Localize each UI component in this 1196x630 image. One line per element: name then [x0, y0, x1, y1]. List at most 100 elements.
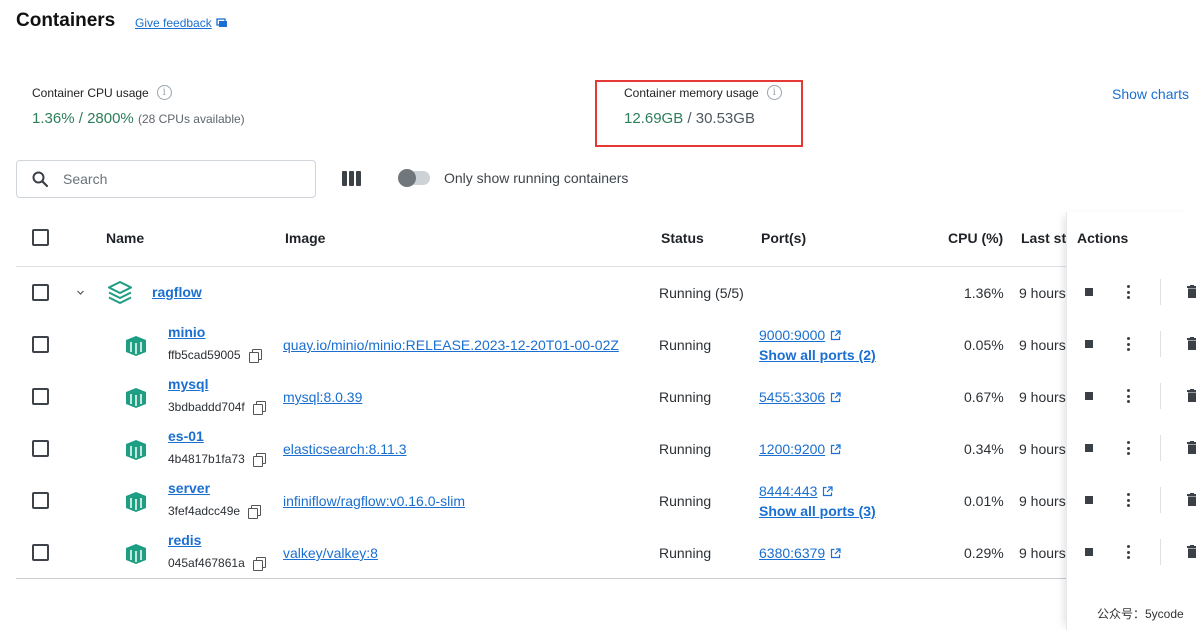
container-icon: [126, 544, 146, 564]
row-checkbox[interactable]: [32, 284, 49, 301]
container-name-link[interactable]: minio: [168, 324, 205, 340]
running-only-toggle[interactable]: [398, 169, 430, 187]
memory-separator: /: [683, 110, 696, 127]
divider: [1160, 383, 1161, 409]
chevron-down-icon[interactable]: [76, 288, 85, 297]
container-name-link[interactable]: es-01: [168, 428, 204, 444]
info-icon[interactable]: i: [766, 85, 782, 100]
port-link[interactable]: 9000:9000: [759, 327, 825, 343]
delete-icon[interactable]: [1187, 545, 1196, 558]
more-options-icon[interactable]: [1126, 337, 1130, 351]
watermark: 公众号：5ycode: [1097, 607, 1184, 621]
table-row[interactable]: mysql 3bdbaddd704f mysql:8.0.39 Running …: [16, 371, 1196, 423]
copy-icon[interactable]: [248, 505, 262, 519]
cpu-note: (28 CPUs available): [137, 112, 245, 126]
stop-icon[interactable]: [1085, 392, 1093, 400]
search-input[interactable]: [63, 171, 283, 187]
container-id-text: 4b4817b1fa73: [168, 452, 245, 466]
image-link[interactable]: mysql:8.0.39: [283, 389, 362, 405]
row-checkbox[interactable]: [32, 492, 49, 509]
row-checkbox[interactable]: [32, 544, 49, 561]
container-id: 3bdbaddd704f: [168, 400, 266, 415]
external-link-icon[interactable]: [822, 486, 834, 497]
image-link[interactable]: elasticsearch:8.11.3: [283, 441, 406, 457]
copy-icon[interactable]: [252, 453, 266, 467]
show-all-ports-link[interactable]: Show all ports (2): [759, 347, 876, 363]
header-name[interactable]: Name: [106, 230, 144, 246]
columns-icon[interactable]: [342, 171, 361, 186]
page-title: Containers: [16, 10, 116, 31]
external-link-icon[interactable]: [830, 548, 841, 559]
group-name-link[interactable]: ragflow: [152, 284, 202, 300]
stop-icon[interactable]: [1085, 288, 1093, 296]
show-all-ports-link[interactable]: Show all ports (3): [759, 503, 876, 519]
table-row[interactable]: redis 045af467861a valkey/valkey:8 Runni…: [16, 527, 1196, 579]
show-charts-button[interactable]: Show charts: [1112, 86, 1189, 102]
row-actions: [1067, 533, 1196, 573]
toggle-knob: [398, 169, 416, 187]
copy-icon[interactable]: [252, 401, 266, 415]
give-feedback-link[interactable]: Give feedback: [135, 16, 228, 30]
table-row[interactable]: minio ffb5cad59005 quay.io/minio/minio:R…: [16, 319, 1196, 371]
table-row[interactable]: server 3fef4adcc49e infiniflow/ragflow:v…: [16, 475, 1196, 527]
status-text: Running: [659, 337, 712, 353]
port-link[interactable]: 6380:6379: [759, 545, 825, 561]
port-link[interactable]: 5455:3306: [759, 389, 825, 405]
info-icon[interactable]: i: [156, 85, 172, 100]
copy-icon[interactable]: [252, 557, 266, 571]
port-link[interactable]: 1200:9200: [759, 441, 825, 457]
container-name-link[interactable]: mysql: [168, 376, 208, 392]
cpu-cell: 0.67%: [964, 389, 1004, 405]
container-name-link[interactable]: redis: [168, 532, 201, 548]
header-cpu[interactable]: CPU (%): [948, 230, 1003, 246]
delete-icon[interactable]: [1187, 285, 1196, 298]
delete-icon[interactable]: [1187, 389, 1196, 402]
stop-icon[interactable]: [1085, 444, 1093, 452]
memory-used: 12.69GB: [624, 110, 684, 127]
external-link-icon[interactable]: [830, 392, 841, 403]
header-image[interactable]: Image: [285, 230, 325, 246]
delete-icon[interactable]: [1187, 493, 1196, 506]
stop-icon[interactable]: [1085, 496, 1093, 504]
status-text: Running: [659, 545, 712, 561]
more-options-icon[interactable]: [1126, 285, 1130, 299]
cpu-usage-label: Container CPU usage: [32, 85, 149, 100]
row-checkbox[interactable]: [32, 388, 49, 405]
more-options-icon[interactable]: [1126, 389, 1130, 403]
search-box[interactable]: [16, 160, 316, 198]
external-link-icon[interactable]: [830, 330, 841, 341]
container-id: 3fef4adcc49e: [168, 504, 262, 519]
port-link[interactable]: 8444:443: [759, 483, 817, 499]
image-link[interactable]: quay.io/minio/minio:RELEASE.2023-12-20T0…: [283, 337, 619, 353]
image-link[interactable]: infiniflow/ragflow:v0.16.0-slim: [283, 493, 465, 509]
stop-icon[interactable]: [1085, 548, 1093, 556]
select-all-checkbox[interactable]: [32, 229, 49, 246]
delete-icon[interactable]: [1187, 441, 1196, 454]
more-options-icon[interactable]: [1126, 493, 1130, 507]
container-id: 045af467861a: [168, 556, 266, 571]
delete-icon[interactable]: [1187, 337, 1196, 350]
more-options-icon[interactable]: [1126, 441, 1130, 455]
row-checkbox[interactable]: [32, 440, 49, 457]
stop-icon[interactable]: [1085, 340, 1093, 348]
container-icon: [126, 388, 146, 408]
container-id-text: 045af467861a: [168, 556, 245, 570]
divider: [1160, 487, 1161, 513]
cpu-used: 1.36%: [32, 110, 75, 127]
external-link-icon[interactable]: [830, 444, 841, 455]
copy-icon[interactable]: [248, 349, 262, 363]
group-row-ragflow[interactable]: ragflow Running (5/5) 1.36% 9 hours: [16, 267, 1196, 319]
group-last-started: 9 hours: [1019, 285, 1066, 301]
table-row[interactable]: es-01 4b4817b1fa73 elasticsearch:8.11.3 …: [16, 423, 1196, 475]
header-ports[interactable]: Port(s): [761, 230, 806, 246]
image-link[interactable]: valkey/valkey:8: [283, 545, 378, 561]
table-bottom-border: [16, 578, 1066, 579]
status-text: Running: [659, 493, 712, 509]
more-options-icon[interactable]: [1126, 545, 1130, 559]
status-text: Running: [659, 441, 712, 457]
header-status[interactable]: Status: [661, 230, 704, 246]
port-cell: 8444:443: [759, 483, 834, 499]
container-icon: [126, 492, 146, 512]
container-name-link[interactable]: server: [168, 480, 210, 496]
row-checkbox[interactable]: [32, 336, 49, 353]
